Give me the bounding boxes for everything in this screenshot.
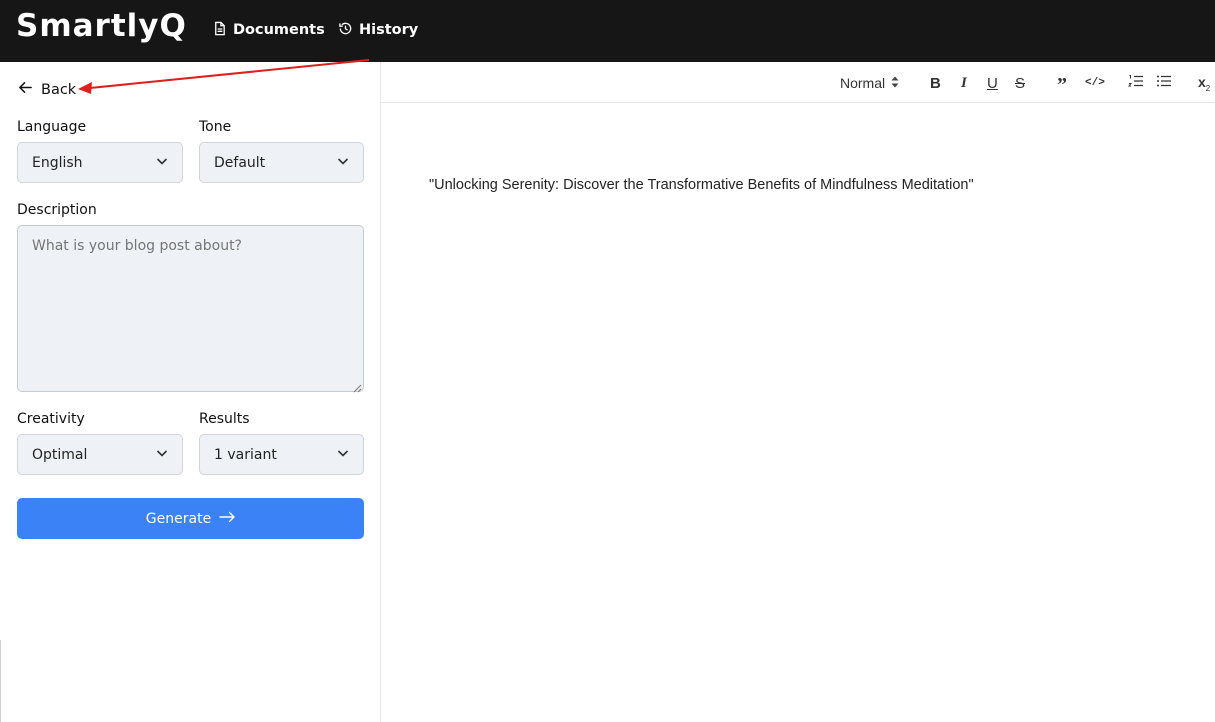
- tone-value: Default: [214, 154, 266, 171]
- creativity-value: Optimal: [32, 446, 88, 463]
- arrow-right-icon: [219, 511, 235, 527]
- generate-label: Generate: [145, 510, 212, 527]
- quote-icon: ”: [1057, 73, 1067, 96]
- description-label: Description: [17, 202, 97, 218]
- underline-button[interactable]: U: [987, 74, 998, 92]
- back-button[interactable]: Back: [18, 80, 76, 99]
- language-value: English: [32, 154, 83, 171]
- nav-history[interactable]: History: [338, 20, 418, 40]
- chevron-down-icon: [336, 154, 350, 172]
- back-label: Back: [41, 81, 77, 98]
- blockquote-button[interactable]: ”: [1057, 73, 1067, 96]
- sort-arrows-icon: [891, 75, 899, 91]
- document-content[interactable]: "Unlocking Serenity: Discover the Transf…: [429, 177, 974, 193]
- subscript-icon: x2: [1198, 73, 1211, 93]
- app-logo[interactable]: SmartlyQ: [16, 8, 187, 44]
- chevron-down-icon: [155, 446, 169, 464]
- resize-grip-icon[interactable]: [352, 380, 362, 393]
- top-nav: SmartlyQ Documents History: [0, 0, 1215, 62]
- subscript-button[interactable]: x2: [1198, 73, 1211, 93]
- chevron-down-icon: [336, 446, 350, 464]
- bullet-list-button[interactable]: [1156, 74, 1172, 92]
- history-icon: [338, 21, 353, 40]
- arrow-left-icon: [18, 80, 33, 99]
- code-button[interactable]: </>: [1085, 74, 1105, 92]
- generator-panel: Back Language Tone English Default Descr…: [0, 62, 381, 722]
- underline-icon: U: [987, 74, 998, 92]
- nav-history-label: History: [359, 22, 419, 38]
- language-label: Language: [17, 119, 87, 135]
- strikethrough-icon: S: [1015, 74, 1026, 92]
- chevron-down-icon: [155, 154, 169, 172]
- italic-button[interactable]: I: [961, 74, 967, 92]
- tone-select[interactable]: Default: [199, 142, 364, 183]
- creativity-select[interactable]: Optimal: [17, 434, 183, 475]
- ordered-list-button[interactable]: [1127, 74, 1144, 93]
- italic-icon: I: [961, 74, 967, 91]
- generate-button[interactable]: Generate: [17, 498, 364, 539]
- heading-select[interactable]: Normal: [840, 74, 899, 92]
- heading-select-value: Normal: [840, 75, 886, 91]
- nav-documents-label: Documents: [233, 22, 325, 38]
- language-select[interactable]: English: [17, 142, 183, 183]
- text-editor: Normal B I U S ” </> x2 "Unlocking Seren…: [381, 62, 1215, 722]
- strikethrough-button[interactable]: S: [1015, 74, 1025, 92]
- bold-button[interactable]: B: [930, 74, 941, 92]
- window-edge: [0, 640, 1, 722]
- creativity-label: Creativity: [17, 411, 85, 427]
- tone-label: Tone: [199, 119, 232, 135]
- results-select[interactable]: 1 variant: [199, 434, 364, 475]
- bullet-list-icon: [1156, 74, 1172, 93]
- code-icon: </>: [1085, 77, 1105, 89]
- document-icon: [212, 21, 227, 40]
- editor-toolbar: Normal B I U S ” </> x2: [381, 62, 1215, 103]
- ordered-list-icon: [1127, 74, 1144, 93]
- nav-documents[interactable]: Documents: [212, 20, 325, 40]
- results-label: Results: [199, 411, 250, 427]
- results-value: 1 variant: [214, 446, 277, 463]
- description-textarea[interactable]: [17, 225, 364, 392]
- bold-icon: B: [930, 74, 941, 92]
